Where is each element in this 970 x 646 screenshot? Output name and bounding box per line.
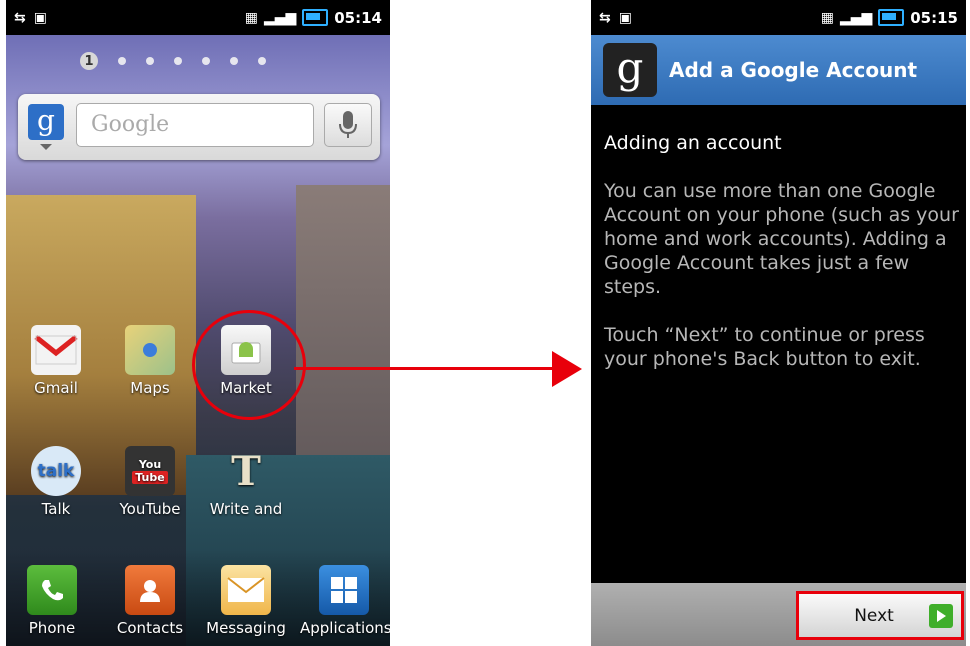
phone-icon [27, 565, 77, 615]
dock-phone[interactable]: Phone [10, 565, 94, 637]
page-dot [118, 57, 126, 65]
app-maps[interactable]: Maps [108, 325, 192, 397]
youtube-icon: You Tube [125, 446, 175, 496]
page-dot [230, 57, 238, 65]
page-dot [258, 57, 266, 65]
section-heading: Adding an account [604, 132, 782, 154]
title-bar: g Add a Google Account [591, 35, 966, 105]
usb-icon: ⇆ [14, 9, 26, 26]
app-gmail[interactable]: Gmail [14, 325, 98, 397]
status-time: 05:15 [910, 8, 958, 27]
app-youtube[interactable]: You Tube YouTube [108, 446, 192, 518]
gmail-icon [31, 325, 81, 375]
youtube-icon-bottom: Tube [132, 471, 168, 484]
page-title: Add a Google Account [669, 58, 918, 82]
messaging-icon [221, 565, 271, 615]
add-account-screen: ⇆ ▣ ▦ ▂▄▆ 05:15 g Add a Google Account A… [591, 0, 966, 646]
signal-icon: ▂▄▆ [839, 9, 873, 26]
page-indicator: 1 [80, 52, 266, 70]
next-button-label: Next [854, 605, 894, 626]
page-indicator-current: 1 [80, 52, 98, 70]
app-label: Phone [28, 619, 76, 637]
app-label: Gmail [34, 379, 78, 397]
app-label: Contacts [116, 619, 184, 637]
usb-icon: ⇆ [599, 9, 611, 26]
battery-icon [878, 9, 905, 26]
arrow-right-icon [929, 603, 953, 628]
applications-icon [319, 565, 369, 615]
dock-applications[interactable]: Applications [300, 565, 390, 637]
google-logo-icon[interactable]: g [28, 104, 64, 140]
app-label: Messaging [206, 619, 286, 637]
status-time: 05:14 [334, 8, 382, 27]
battery-icon [302, 9, 329, 26]
app-label: Maps [130, 379, 170, 397]
app-label: Applications [300, 619, 390, 637]
annotation-arrow-head [552, 351, 582, 387]
google-search-widget: g Google [18, 94, 380, 160]
sim-icon: ▦ [244, 9, 258, 26]
contacts-icon [125, 565, 175, 615]
signal-icon: ▂▄▆ [263, 9, 297, 26]
search-input[interactable]: Google [76, 103, 314, 147]
app-label: Talk [41, 500, 71, 518]
app-write-and[interactable]: T Write and [204, 446, 288, 519]
app-label: Write and [209, 500, 283, 518]
write-and-icon: T [231, 447, 261, 495]
annotation-arrow-line [294, 367, 556, 370]
sim-icon: ▦ [820, 9, 834, 26]
app-talk[interactable]: talk Talk [14, 446, 98, 518]
maps-icon [125, 325, 175, 375]
highlight-circle [192, 310, 306, 420]
dock-messaging[interactable]: Messaging [204, 565, 288, 637]
description-text: You can use more than one Google Account… [604, 180, 959, 370]
android-debug-icon: ▣ [618, 9, 632, 26]
next-button[interactable]: Next [796, 591, 964, 640]
status-bar: ⇆ ▣ ▦ ▂▄▆ 05:15 [591, 0, 966, 35]
chevron-down-icon [40, 144, 52, 150]
home-screen: ⇆ ▣ ▦ ▂▄▆ 05:14 1 g Google Gmail Maps Ma… [6, 0, 390, 646]
talk-icon: talk [31, 446, 81, 496]
status-bar: ⇆ ▣ ▦ ▂▄▆ 05:14 [6, 0, 390, 35]
dock-contacts[interactable]: Contacts [108, 565, 192, 637]
voice-search-button[interactable] [324, 103, 372, 147]
android-debug-icon: ▣ [33, 9, 47, 26]
page-dot [202, 57, 210, 65]
youtube-icon-top: You [138, 458, 162, 471]
microphone-icon [339, 111, 357, 138]
app-label: YouTube [119, 500, 181, 518]
page-dot [146, 57, 154, 65]
page-dot [174, 57, 182, 65]
google-logo-icon: g [603, 43, 657, 97]
